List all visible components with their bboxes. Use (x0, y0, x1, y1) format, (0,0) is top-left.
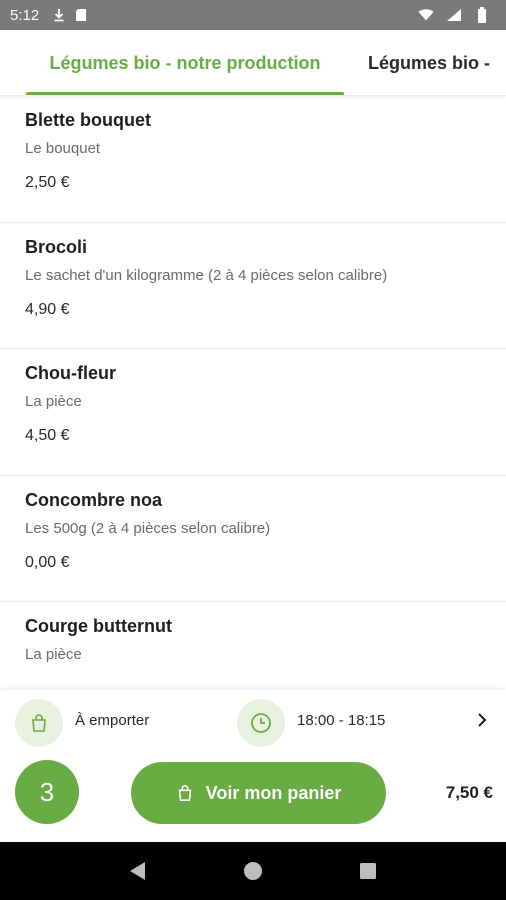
battery-icon (474, 7, 490, 23)
tab-legumes-bio-notre-production[interactable]: Légumes bio - notre production (26, 30, 344, 95)
time-slot-label[interactable]: 18:00 - 18:15 (297, 712, 385, 729)
view-cart-label: Voir mon panier (205, 782, 342, 803)
download-icon (51, 7, 67, 23)
product-description: Le sachet d'un kilogramme (2 à 4 pièces … (25, 266, 388, 284)
signal-icon (446, 7, 462, 23)
shopping-bag-icon (15, 699, 63, 747)
clock-icon (237, 699, 285, 747)
product-item[interactable]: Chou-fleur La pièce 4,50 € (0, 349, 506, 476)
order-panel: À emporter 18:00 - 18:15 3 Voir mon pani… (0, 690, 506, 842)
tab-legumes-bio-next[interactable]: Légumes bio - (368, 30, 490, 95)
product-item[interactable]: Blette bouquet Le bouquet 2,50 € (0, 96, 506, 223)
recents-icon[interactable] (353, 856, 383, 886)
product-description: Les 500g (2 à 4 pièces selon calibre) (25, 519, 271, 537)
product-name: Blette bouquet (25, 110, 151, 130)
product-name: Courge butternut (25, 616, 172, 636)
product-item[interactable]: Concombre noa Les 500g (2 à 4 pièces sel… (0, 476, 506, 602)
product-description: La pièce (25, 646, 82, 663)
product-description: La pièce (25, 393, 82, 410)
wifi-icon (418, 7, 434, 23)
status-time: 5:12 (10, 6, 40, 24)
product-price: 2,50 € (25, 174, 70, 191)
status-bar: 5:12 (0, 0, 506, 30)
back-icon[interactable] (123, 856, 153, 886)
shopping-bag-icon (176, 784, 194, 802)
product-price: 0,00 € (25, 553, 70, 571)
product-name: Concombre noa (25, 489, 163, 510)
cart-total: 7,50 € (445, 783, 493, 802)
product-description: Le bouquet (25, 140, 101, 157)
product-item[interactable]: Brocoli Le sachet d'un kilogramme (2 à 4… (0, 223, 506, 349)
product-name: Brocoli (25, 236, 88, 257)
category-tabs: Légumes bio - notre production Légumes b… (0, 30, 506, 96)
sd-card-icon (73, 7, 89, 23)
product-list: Blette bouquet Le bouquet 2,50 € Brocoli… (0, 96, 506, 690)
system-nav-bar (0, 842, 506, 900)
product-name: Chou-fleur (25, 363, 116, 383)
home-icon[interactable] (238, 856, 268, 886)
cart-count-badge: 3 (15, 760, 79, 824)
order-mode-label[interactable]: À emporter (75, 712, 149, 729)
order-options-row[interactable]: À emporter 18:00 - 18:15 (0, 690, 506, 756)
product-price: 4,90 € (25, 300, 70, 318)
product-item[interactable]: Courge butternut La pièce (0, 602, 506, 690)
view-cart-button[interactable]: Voir mon panier (131, 762, 386, 824)
chevron-right-icon[interactable] (472, 710, 492, 730)
product-price: 4,50 € (25, 427, 70, 444)
